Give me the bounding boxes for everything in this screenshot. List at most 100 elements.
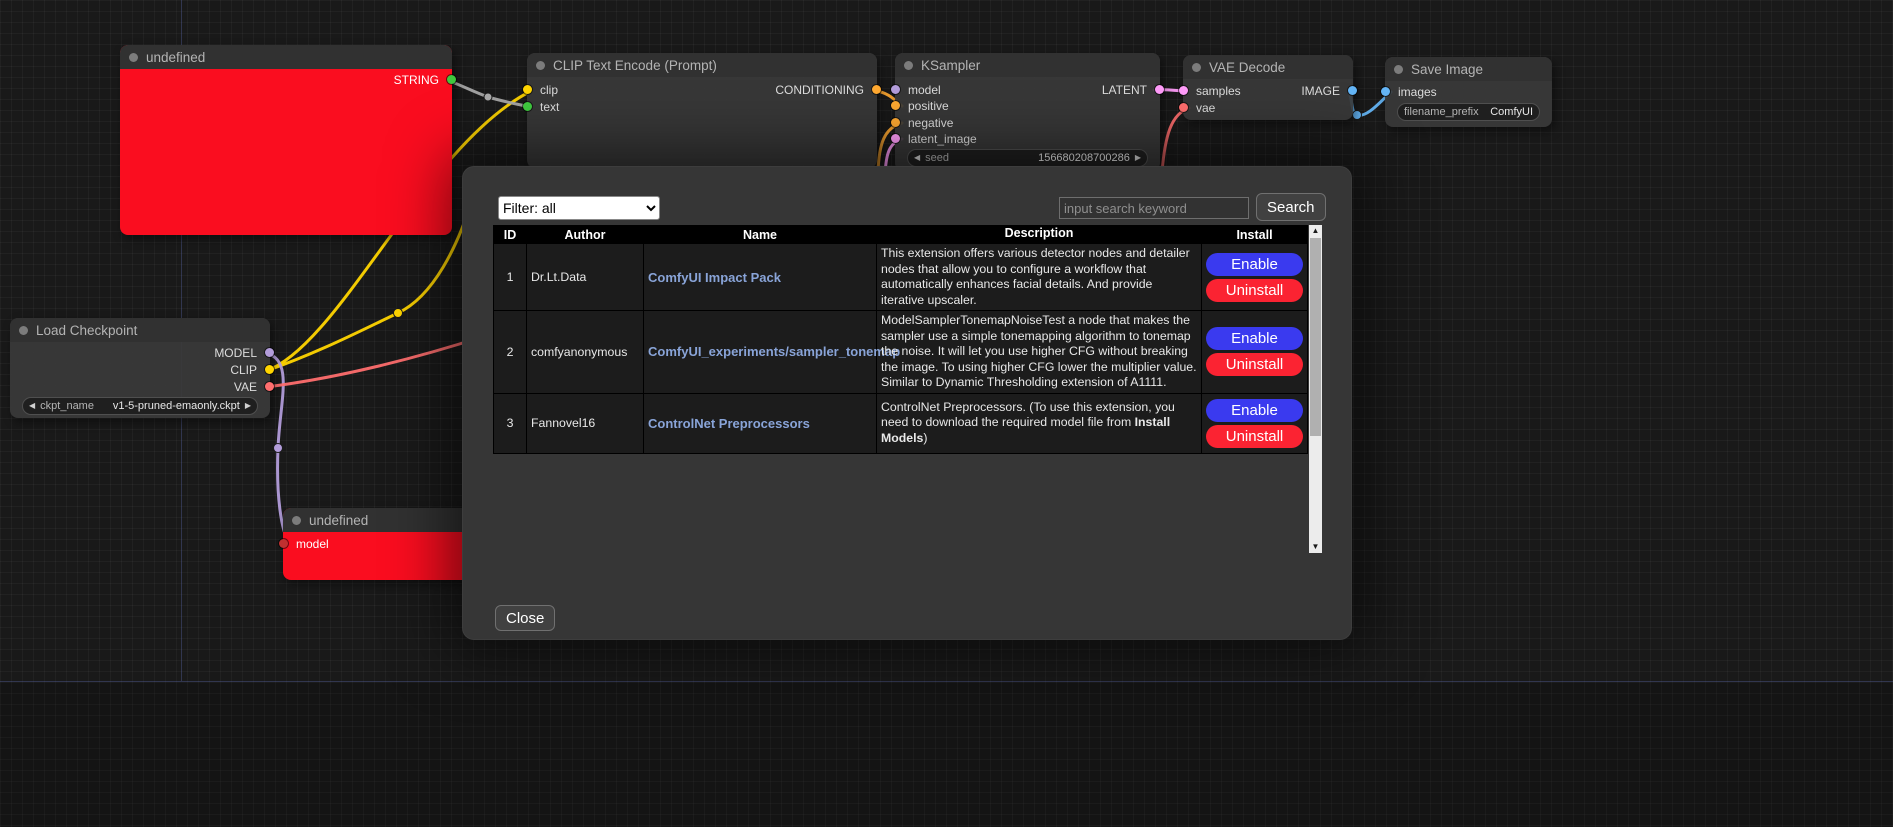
widget-value: 156680208700286 xyxy=(1038,152,1130,164)
enable-button[interactable]: Enable xyxy=(1206,327,1303,350)
collapse-dot-icon[interactable] xyxy=(129,53,138,62)
node-title: KSampler xyxy=(921,58,980,73)
extension-name-link[interactable]: ComfyUI Impact Pack xyxy=(648,270,781,285)
table-scrollbar[interactable]: ▲ ▼ xyxy=(1309,225,1322,553)
model-port-icon[interactable] xyxy=(279,539,288,548)
conditioning-port-icon[interactable] xyxy=(891,118,900,127)
reroute-dot-model[interactable] xyxy=(274,444,283,453)
widget-value: ComfyUI xyxy=(1490,106,1533,118)
node-header[interactable]: undefined xyxy=(283,508,483,532)
enable-button[interactable]: Enable xyxy=(1206,399,1303,422)
uninstall-button[interactable]: Uninstall xyxy=(1206,425,1303,448)
output-conditioning[interactable]: CONDITIONING xyxy=(527,82,877,98)
port-label: vae xyxy=(1196,101,1215,115)
reroute-dot-string[interactable] xyxy=(484,93,492,101)
input-negative[interactable]: negative xyxy=(895,115,1160,131)
vae-port-icon[interactable] xyxy=(1179,103,1188,112)
collapse-dot-icon[interactable] xyxy=(904,61,913,70)
node-header[interactable]: Save Image xyxy=(1385,57,1552,81)
input-vae[interactable]: vae xyxy=(1183,100,1353,116)
input-model[interactable]: model xyxy=(283,536,483,552)
ckpt-name-widget[interactable]: ◀ ckpt_name v1-5-pruned-emaonly.ckpt ▶ xyxy=(22,397,258,415)
decrement-arrow-icon[interactable]: ◀ xyxy=(29,402,35,410)
port-label: IMAGE xyxy=(1301,84,1340,98)
extension-author: Dr.Lt.Data xyxy=(527,244,644,311)
node-header[interactable]: CLIP Text Encode (Prompt) xyxy=(527,53,877,77)
reroute-dot-clip[interactable] xyxy=(394,309,403,318)
input-positive[interactable]: positive xyxy=(895,98,1160,114)
output-model[interactable]: MODEL xyxy=(10,345,270,361)
collapse-dot-icon[interactable] xyxy=(1394,65,1403,74)
node-title: Save Image xyxy=(1411,62,1483,77)
string-port-icon[interactable] xyxy=(447,75,456,84)
model-port-icon[interactable] xyxy=(265,348,274,357)
node-header[interactable]: VAE Decode xyxy=(1183,55,1353,79)
header-install: Install xyxy=(1202,226,1308,244)
output-string[interactable]: STRING xyxy=(120,72,452,88)
input-latent-image[interactable]: latent_image xyxy=(895,131,1160,147)
collapse-dot-icon[interactable] xyxy=(292,516,301,525)
output-image[interactable]: IMAGE xyxy=(1183,83,1353,99)
collapse-dot-icon[interactable] xyxy=(536,61,545,70)
conditioning-port-icon[interactable] xyxy=(891,101,900,110)
node-header[interactable]: undefined xyxy=(120,45,452,69)
extension-table-wrap: ID Author Name Description Install 1Dr.L… xyxy=(493,225,1322,553)
extension-row: 2comfyanonymousComfyUI_experiments/sampl… xyxy=(494,311,1308,394)
port-label: model xyxy=(296,537,329,551)
extension-name-link[interactable]: ComfyUI_experiments/sampler_tonemap xyxy=(648,344,900,359)
search-button[interactable]: Search xyxy=(1256,193,1326,221)
node-header[interactable]: Load Checkpoint xyxy=(10,318,270,342)
node-undefined-bottom[interactable]: undefined model xyxy=(283,508,483,580)
collapse-dot-icon[interactable] xyxy=(1192,63,1201,72)
input-images[interactable]: images xyxy=(1385,84,1552,100)
node-ksampler[interactable]: KSampler model positive negative latent_… xyxy=(895,53,1160,171)
uninstall-button[interactable]: Uninstall xyxy=(1206,353,1303,376)
scroll-up-icon[interactable]: ▲ xyxy=(1309,225,1322,237)
output-vae[interactable]: VAE xyxy=(10,379,270,395)
output-latent[interactable]: LATENT xyxy=(895,82,1160,98)
clip-port-icon[interactable] xyxy=(265,365,274,374)
description-text: ControlNet Preprocessors. (To use this e… xyxy=(881,400,1175,430)
seed-widget[interactable]: ◀ seed 156680208700286 ▶ xyxy=(907,149,1148,167)
node-title: undefined xyxy=(146,50,205,65)
node-graph-canvas[interactable]: undefined STRING CLIP Text Encode (Promp… xyxy=(0,0,1893,827)
extension-name-link[interactable]: ControlNet Preprocessors xyxy=(648,416,810,431)
node-save-image[interactable]: Save Image images filename_prefix ComfyU… xyxy=(1385,57,1552,127)
image-port-icon[interactable] xyxy=(1348,86,1357,95)
collapse-dot-icon[interactable] xyxy=(19,326,28,335)
header-author: Author xyxy=(527,226,644,244)
filename-prefix-widget[interactable]: filename_prefix ComfyUI xyxy=(1397,103,1540,121)
node-load-checkpoint[interactable]: Load Checkpoint MODEL CLIP VAE ◀ ckpt_na… xyxy=(10,318,270,418)
latent-port-icon[interactable] xyxy=(1155,85,1164,94)
decrement-arrow-icon[interactable]: ◀ xyxy=(914,154,920,162)
conditioning-port-icon[interactable] xyxy=(872,85,881,94)
search-input[interactable] xyxy=(1059,197,1249,219)
uninstall-button[interactable]: Uninstall xyxy=(1206,279,1303,302)
header-description: Description xyxy=(877,226,1202,244)
close-button[interactable]: Close xyxy=(495,605,555,631)
scroll-down-icon[interactable]: ▼ xyxy=(1309,541,1322,553)
output-clip[interactable]: CLIP xyxy=(10,362,270,378)
vae-port-icon[interactable] xyxy=(265,382,274,391)
node-title: Load Checkpoint xyxy=(36,323,137,338)
extension-table-header-row: ID Author Name Description Install xyxy=(494,226,1308,244)
filter-select[interactable]: Filter: all xyxy=(498,196,660,220)
port-label: MODEL xyxy=(214,346,257,360)
scrollbar-thumb[interactable] xyxy=(1310,238,1321,436)
enable-button[interactable]: Enable xyxy=(1206,253,1303,276)
increment-arrow-icon[interactable]: ▶ xyxy=(1135,154,1141,162)
increment-arrow-icon[interactable]: ▶ xyxy=(245,402,251,410)
node-vae-decode[interactable]: VAE Decode samples vae IMAGE xyxy=(1183,55,1353,120)
extension-install-cell: Enable Uninstall xyxy=(1202,393,1308,453)
input-text[interactable]: text xyxy=(527,99,877,115)
description-text: ) xyxy=(923,431,927,445)
node-clip-text-encode[interactable]: CLIP Text Encode (Prompt) clip text COND… xyxy=(527,53,877,168)
image-port-icon[interactable] xyxy=(1381,87,1390,96)
reroute-dot-image[interactable] xyxy=(1353,111,1362,120)
widget-label: filename_prefix xyxy=(1404,106,1479,118)
string-port-icon[interactable] xyxy=(523,102,532,111)
extension-install-cell: Enable Uninstall xyxy=(1202,311,1308,394)
node-header[interactable]: KSampler xyxy=(895,53,1160,77)
latent-port-icon[interactable] xyxy=(891,134,900,143)
node-undefined-top[interactable]: undefined STRING xyxy=(120,45,452,235)
